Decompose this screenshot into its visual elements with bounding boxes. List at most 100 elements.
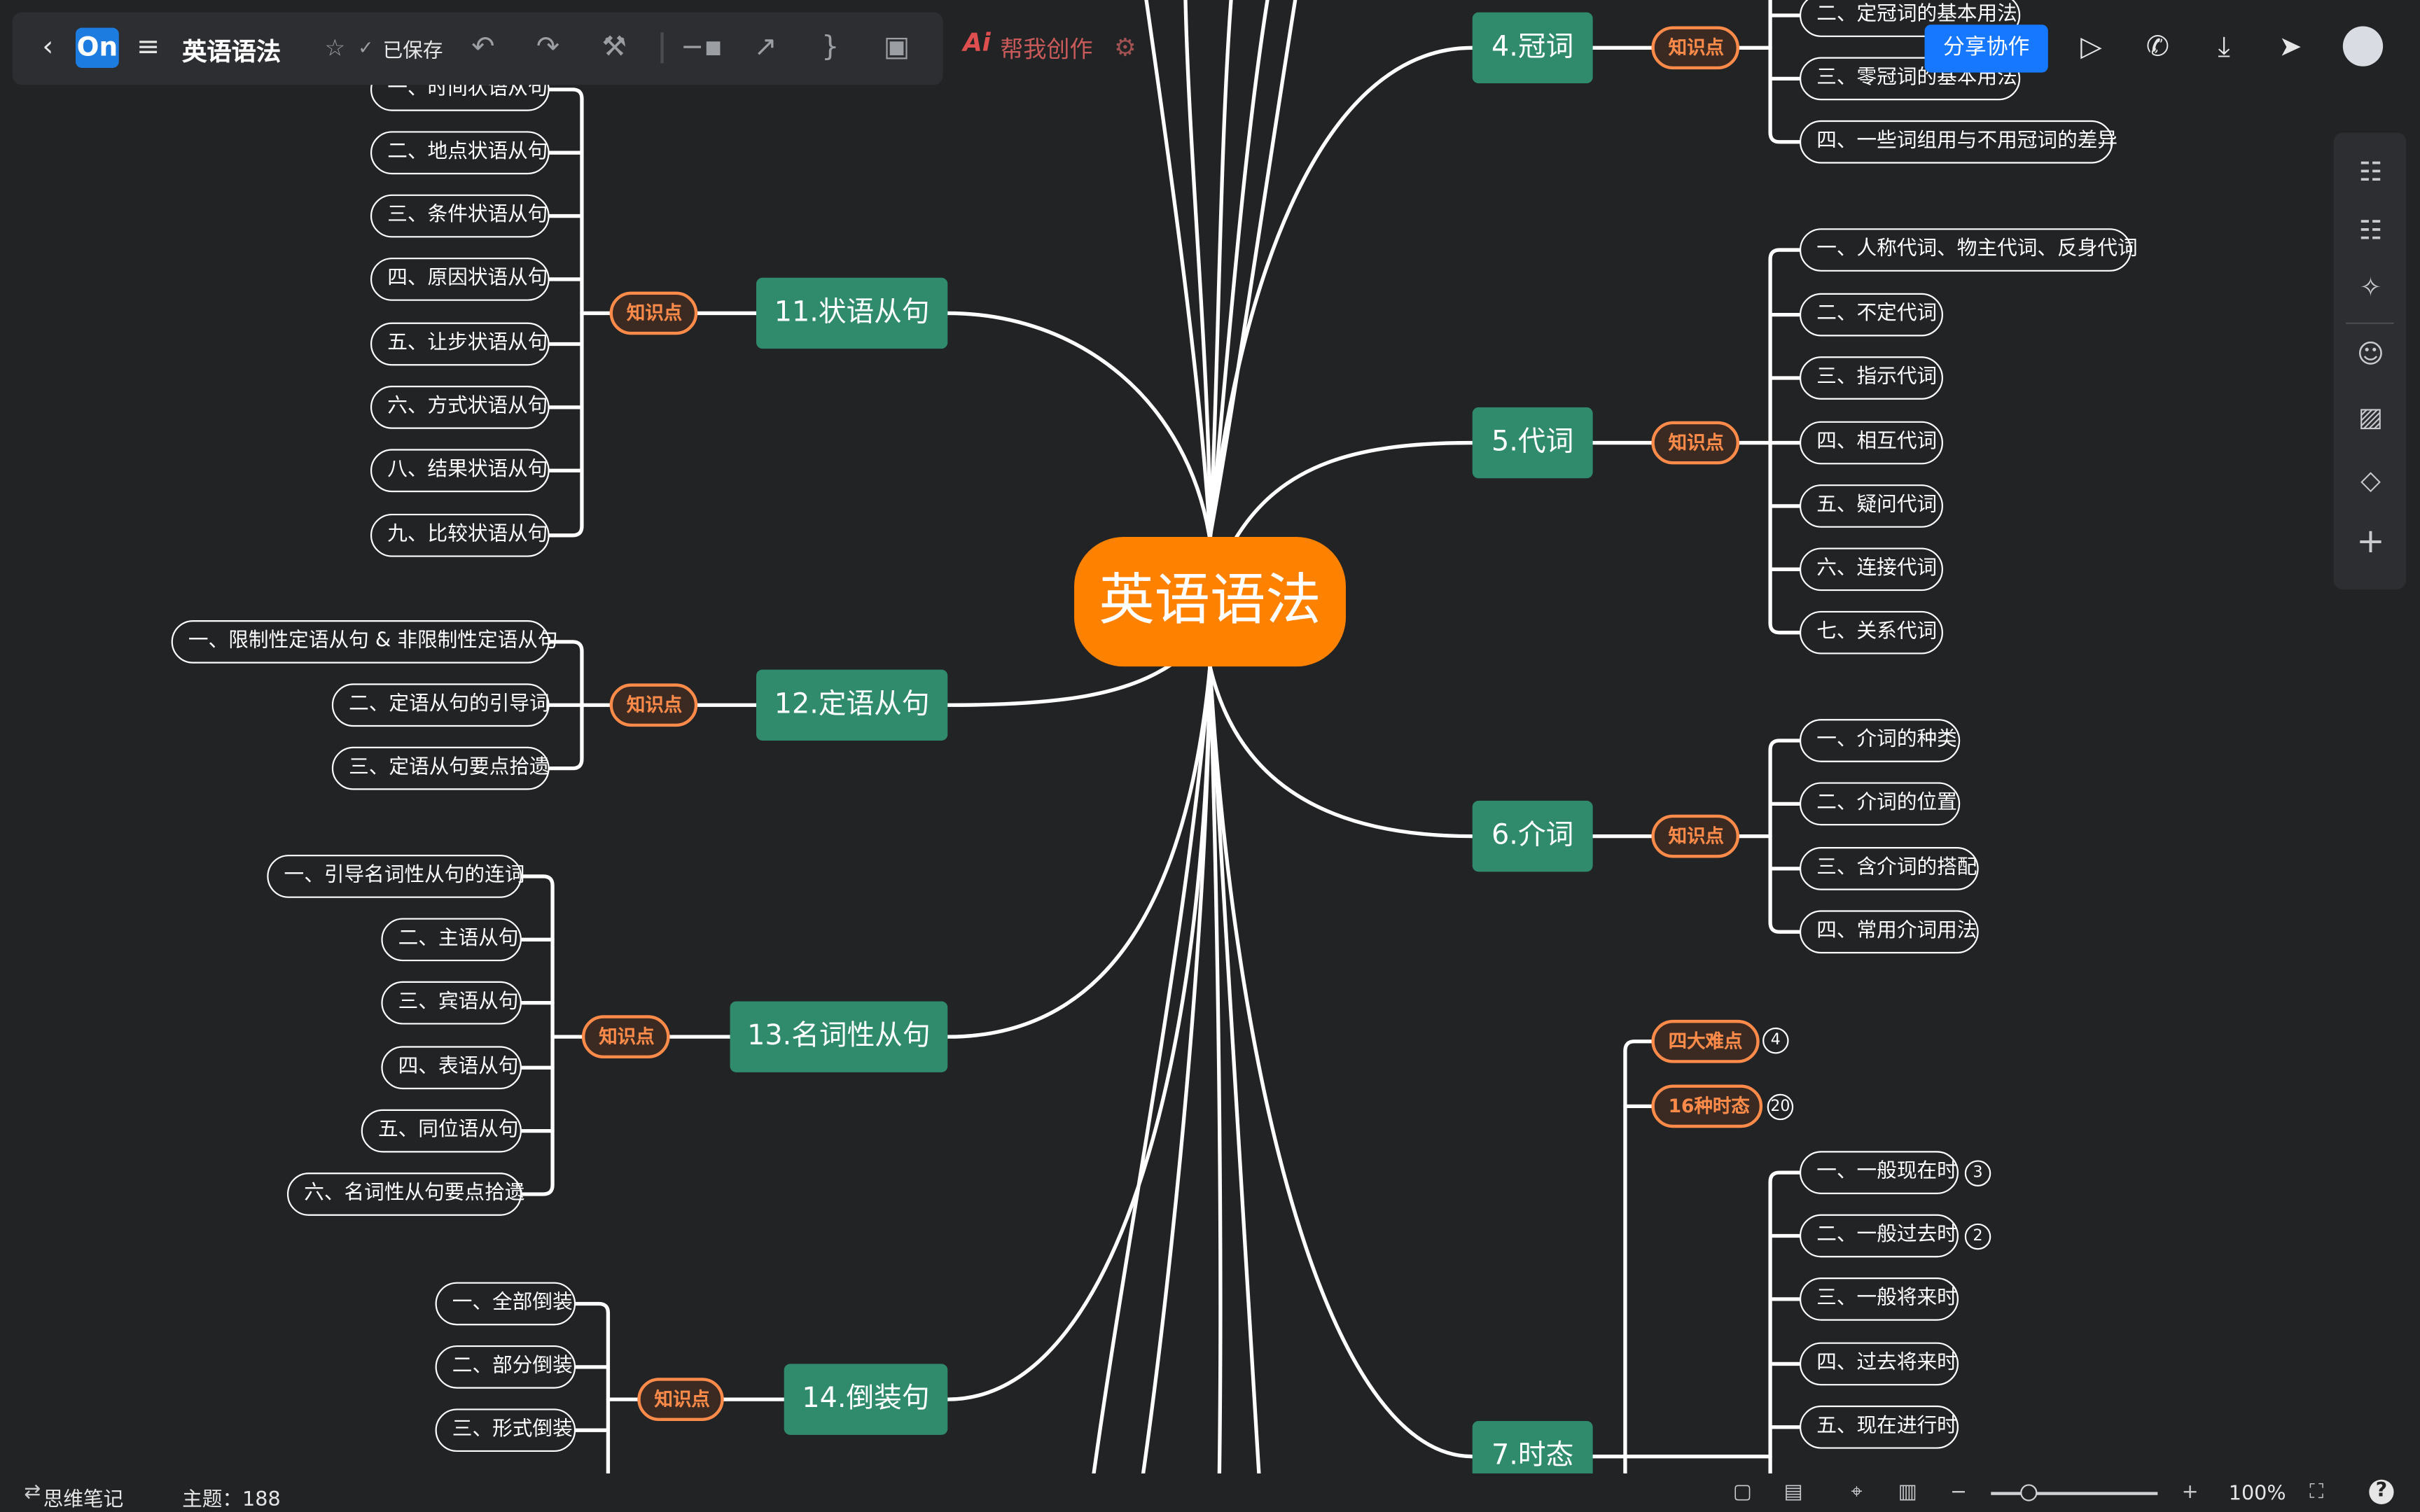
- ai-logo-icon[interactable]: Ai: [963, 28, 990, 57]
- topic-node[interactable]: 三、含介词的搭配: [1799, 847, 1979, 890]
- zoom-slider[interactable]: [1991, 1492, 2158, 1495]
- structure-icon[interactable]: ☷: [2352, 213, 2389, 250]
- topic-node[interactable]: 一、全部倒装: [435, 1282, 576, 1326]
- swap-icon[interactable]: ⇄: [18, 1480, 46, 1508]
- knowledge-tag[interactable]: 知识点: [1651, 421, 1740, 465]
- branch-attributive-clause[interactable]: 12.定语从句: [756, 669, 948, 741]
- lock-icon[interactable]: ▢: [1729, 1480, 1757, 1508]
- format-painter-icon[interactable]: ⚒: [594, 28, 634, 68]
- topic-count: 主题：188: [182, 1488, 281, 1512]
- frame-icon[interactable]: ▣: [877, 28, 917, 68]
- knowledge-tag[interactable]: 知识点: [609, 291, 698, 335]
- help-icon[interactable]: ?: [2369, 1479, 2394, 1504]
- download-icon[interactable]: ⤓: [2206, 29, 2243, 66]
- topic-node[interactable]: 二、定语从句的引导词: [331, 683, 550, 727]
- topic-node[interactable]: 一、人称代词、物主代词、反身代词: [1799, 228, 2138, 272]
- tag-sixteen-tenses[interactable]: 16种时态: [1651, 1084, 1763, 1128]
- central-topic[interactable]: 英语语法: [1074, 537, 1346, 667]
- undo-icon[interactable]: ↶: [463, 28, 503, 68]
- topic-node[interactable]: 一、一般现在时: [1799, 1151, 1959, 1194]
- star-icon[interactable]: ☆: [315, 28, 355, 68]
- ai-create-button[interactable]: 帮我创作: [1000, 32, 1092, 64]
- topic-node[interactable]: 四、一些词组用与不用冠词的差异: [1799, 120, 2118, 164]
- avatar[interactable]: [2342, 26, 2384, 66]
- knowledge-tag[interactable]: 知识点: [1651, 26, 1740, 70]
- topic-node[interactable]: 一、介词的种类: [1799, 719, 1961, 762]
- topic-node[interactable]: 二、主语从句: [381, 918, 522, 962]
- connector-center-b5: [1232, 440, 1475, 542]
- call-icon[interactable]: ✆: [2139, 29, 2176, 66]
- connector-icon[interactable]: −▪: [681, 28, 723, 68]
- topic-node[interactable]: 九、比较状语从句: [370, 513, 550, 557]
- topic-node[interactable]: 八、结果状语从句: [370, 449, 550, 493]
- topic-node[interactable]: 五、现在进行时: [1799, 1405, 1959, 1449]
- menu-icon[interactable]: ≡: [128, 28, 168, 68]
- zoom-out-icon[interactable]: −: [1945, 1480, 1973, 1508]
- topic-node[interactable]: 四、原因状语从句: [370, 258, 550, 301]
- emoji-icon[interactable]: ☺: [2352, 336, 2389, 373]
- right-tool-panel: ☷ ☷ ✧ ☺ ▨ ◇ +: [2333, 132, 2407, 589]
- share-collaborate-button[interactable]: 分享协作: [1924, 24, 2048, 73]
- style-icon[interactable]: ☷: [2352, 154, 2389, 191]
- topic-node[interactable]: 二、介词的位置: [1799, 782, 1961, 826]
- branch-articles[interactable]: 4.冠词: [1472, 12, 1593, 84]
- branch-adverbial-clause[interactable]: 11.状语从句: [756, 277, 948, 349]
- send-icon[interactable]: ➤: [2272, 29, 2309, 66]
- document-title[interactable]: 英语语法: [182, 31, 281, 68]
- branch-pronouns[interactable]: 5.代词: [1472, 407, 1593, 479]
- topic-node[interactable]: 四、表语从句: [381, 1046, 522, 1090]
- count-badge: 4: [1762, 1027, 1789, 1054]
- tag-four-difficulties[interactable]: 四大难点: [1651, 1019, 1760, 1063]
- image-icon[interactable]: ▨: [2352, 400, 2389, 437]
- branch-inversion[interactable]: 14.倒装句: [784, 1364, 948, 1435]
- topic-node[interactable]: 三、条件状语从句: [370, 194, 550, 238]
- topic-node[interactable]: 二、不定代词: [1799, 293, 1943, 337]
- present-icon[interactable]: ▷: [2073, 29, 2110, 66]
- topic-node[interactable]: 二、一般过去时: [1799, 1214, 1959, 1258]
- branch-noun-clause[interactable]: 13.名词性从句: [730, 1001, 948, 1072]
- fullscreen-icon[interactable]: ⛶: [2303, 1480, 2331, 1508]
- topic-node[interactable]: 四、过去将来时: [1799, 1342, 1959, 1386]
- topic-node[interactable]: 六、方式状语从句: [370, 386, 550, 429]
- zoom-in-icon[interactable]: +: [2176, 1480, 2204, 1508]
- redo-icon[interactable]: ↷: [528, 28, 568, 68]
- topic-node[interactable]: 一、限制性定语从句 & 非限制性定语从句: [171, 620, 558, 664]
- knowledge-tag[interactable]: 知识点: [581, 1015, 670, 1059]
- tag-icon[interactable]: ◇: [2352, 463, 2389, 500]
- panel-divider: [2346, 322, 2394, 324]
- topic-node[interactable]: 二、部分倒装: [435, 1345, 576, 1389]
- knowledge-tag[interactable]: 知识点: [609, 683, 698, 727]
- topic-node[interactable]: 六、名词性从句要点拾遗: [286, 1172, 524, 1216]
- knowledge-tag[interactable]: 知识点: [1651, 814, 1740, 858]
- zoom-level[interactable]: 100%: [2229, 1483, 2286, 1506]
- branch-prepositions[interactable]: 6.介词: [1472, 800, 1593, 872]
- zoom-slider-handle[interactable]: [2020, 1484, 2038, 1502]
- topic-node[interactable]: 三、一般将来时: [1799, 1277, 1959, 1321]
- app-logo[interactable]: On: [76, 27, 119, 68]
- arrow-line-icon[interactable]: ↗: [746, 28, 786, 68]
- topic-node[interactable]: 五、疑问代词: [1799, 484, 1943, 528]
- view-mode-label[interactable]: 思维笔记: [43, 1483, 124, 1512]
- topic-node[interactable]: 四、常用介词用法: [1799, 910, 1979, 954]
- topic-node[interactable]: 三、宾语从句: [381, 981, 522, 1025]
- layout-icon[interactable]: ▤: [1779, 1480, 1807, 1508]
- topic-node[interactable]: 三、定语从句要点拾遗: [331, 746, 550, 790]
- summary-icon[interactable]: }: [810, 28, 850, 68]
- topic-node[interactable]: 三、形式倒装: [435, 1408, 576, 1452]
- add-icon[interactable]: +: [2352, 524, 2389, 561]
- topic-node[interactable]: 三、指示代词: [1799, 356, 1943, 400]
- topic-node[interactable]: 四、相互代词: [1799, 421, 1943, 465]
- settings-gear-icon[interactable]: ⚙: [1106, 29, 1143, 66]
- topic-node[interactable]: 五、让步状语从句: [370, 322, 550, 366]
- connector-center-b6: [1208, 664, 1475, 839]
- locate-icon[interactable]: ⌖: [1843, 1480, 1871, 1508]
- topic-node[interactable]: 七、关系代词: [1799, 610, 1943, 654]
- topic-node[interactable]: 六、连接代词: [1799, 547, 1943, 592]
- topic-node[interactable]: 五、同位语从句: [361, 1109, 522, 1153]
- knowledge-tag[interactable]: 知识点: [637, 1378, 724, 1421]
- map-icon[interactable]: ▥: [1893, 1480, 1921, 1508]
- back-icon[interactable]: ‹: [28, 28, 68, 68]
- ai-magic-icon[interactable]: ✧: [2352, 270, 2389, 307]
- topic-node[interactable]: 一、引导名词性从句的连词: [267, 855, 524, 898]
- topic-node[interactable]: 二、地点状语从句: [370, 131, 550, 175]
